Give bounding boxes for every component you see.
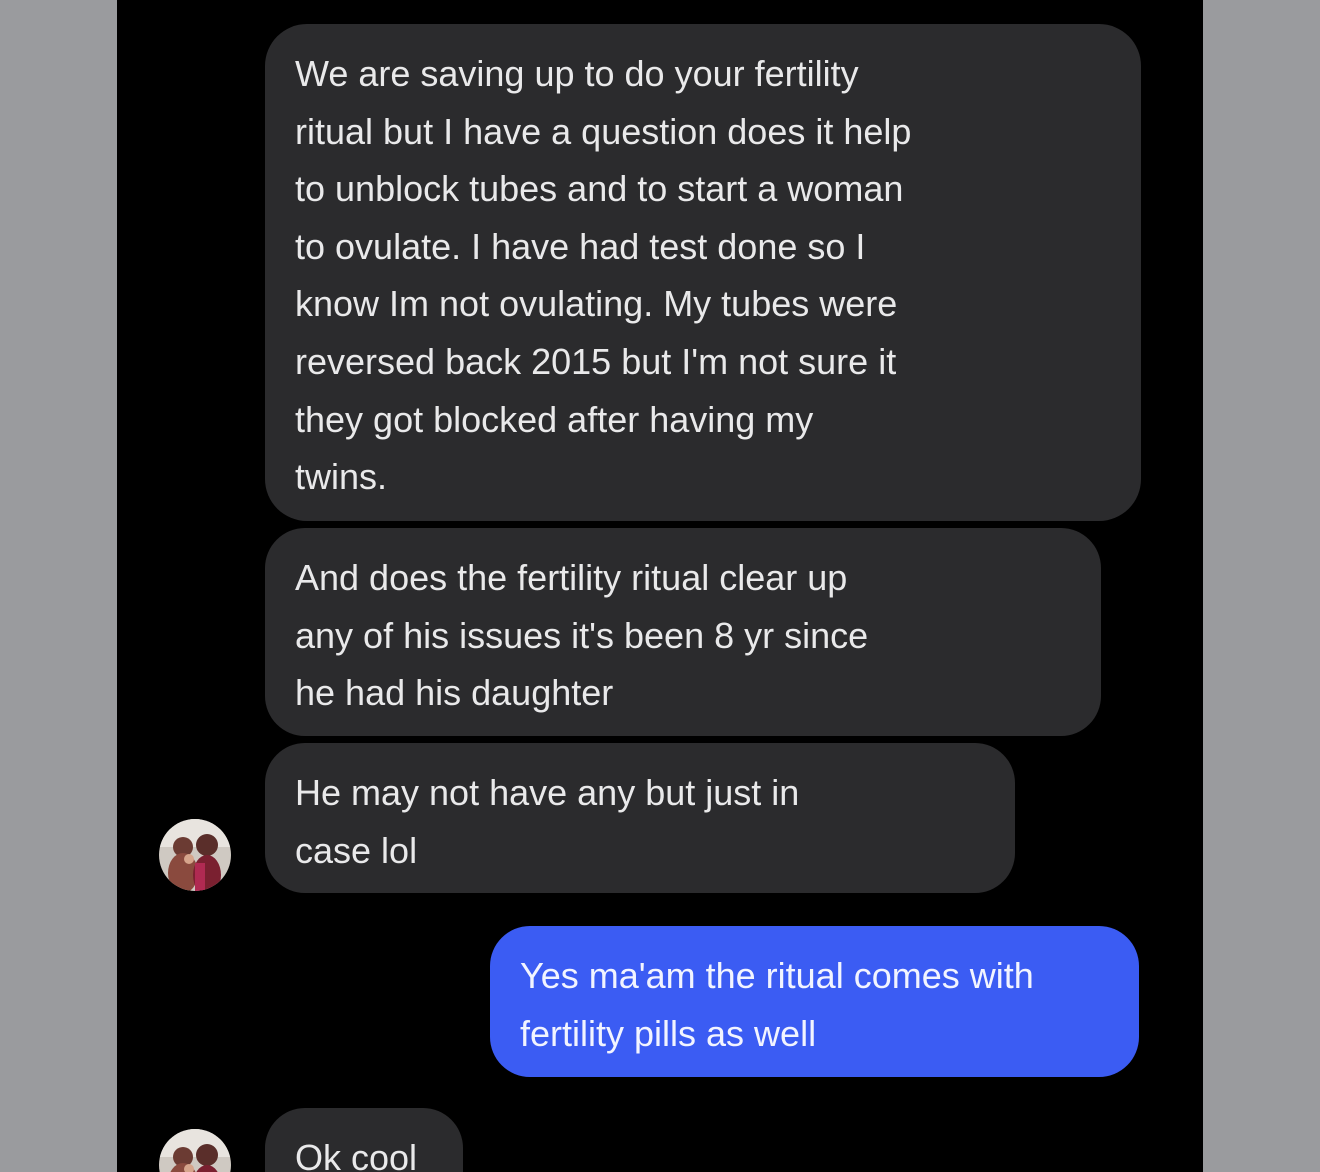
message-text-line: to ovulate. I have had test done so I [295,225,866,267]
chat-panel: We are saving up to do your fertility ri… [117,0,1203,1172]
message-text-line: to unblock tubes and to start a woman [295,168,904,210]
message-text-line: he had his daughter [295,672,614,714]
outgoing-message-bubble[interactable]: Yes ma'am the ritual comes with fertilit… [490,926,1139,1077]
message-text-line: We are saving up to do your fertility [295,53,859,94]
contact-avatar-icon[interactable] [159,1129,231,1172]
incoming-message-bubble[interactable]: Ok cool [265,1108,463,1172]
incoming-message-bubble[interactable]: We are saving up to do your fertility ri… [265,24,1141,521]
contact-avatar-icon[interactable] [159,819,231,891]
message-text-line: they got blocked after having my [295,398,814,440]
message-text-line: reversed back 2015 but I'm not sure it [295,340,897,382]
message-text-line: ritual but I have a question does it hel… [295,110,912,152]
message-text-line: know Im not ovulating. My tubes were [295,283,898,325]
message-text-line: He may not have any but just in [295,772,800,813]
incoming-message-bubble[interactable]: He may not have any but just in case lol [265,743,1015,893]
message-text-line: twins. [295,456,388,498]
message-text-line: Ok cool [295,1137,418,1172]
message-text-line: Yes ma'am the ritual comes with [520,955,1034,996]
message-text-line: fertility pills as well [520,1012,817,1054]
message-text-line: any of his issues it's been 8 yr since [295,614,869,656]
incoming-message-bubble[interactable]: And does the fertility ritual clear up a… [265,528,1101,736]
message-text-line: And does the fertility ritual clear up [295,557,848,598]
message-text-line: case lol [295,829,418,871]
